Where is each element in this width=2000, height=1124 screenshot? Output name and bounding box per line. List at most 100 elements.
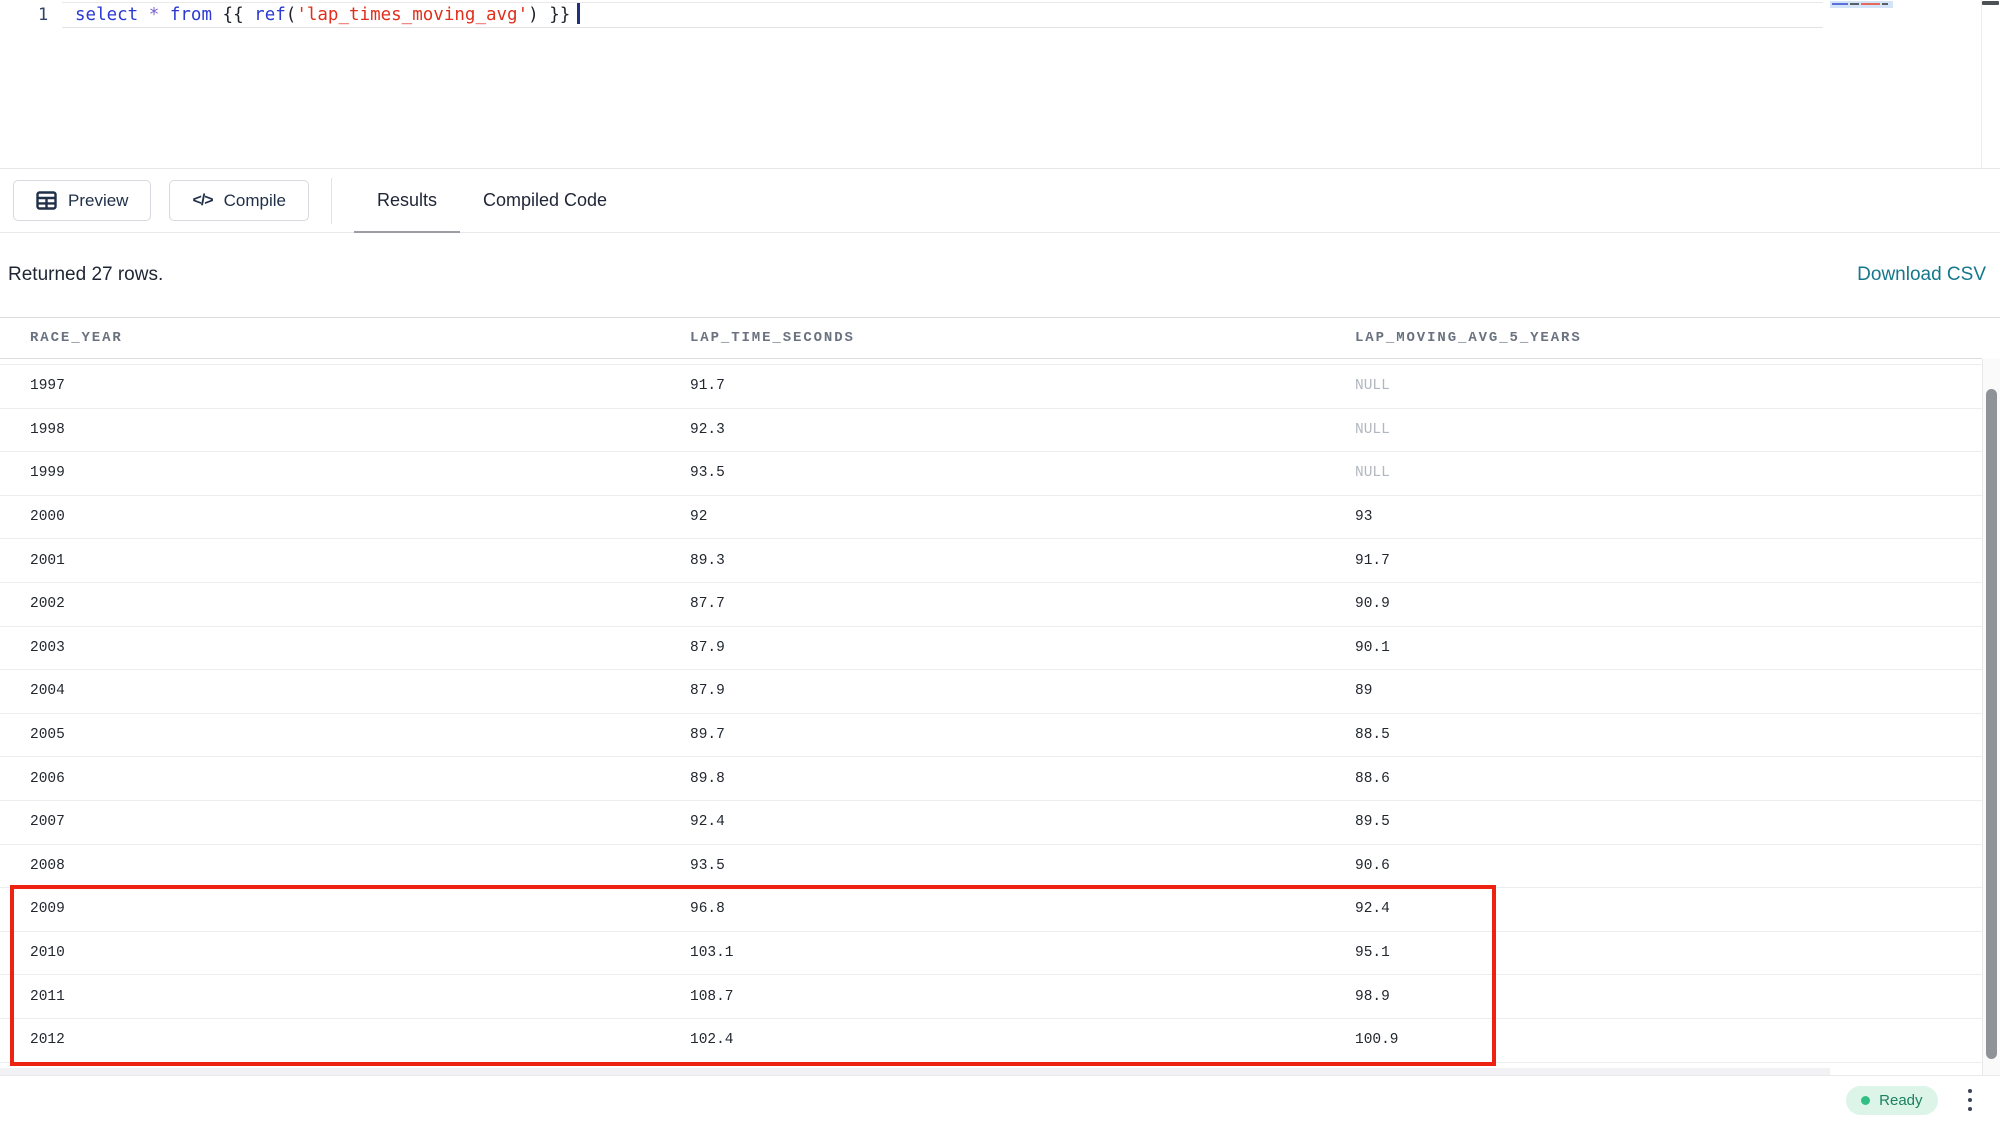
horizontal-scrollbar-track[interactable] [0,1068,1830,1075]
table-row: 199892.3NULL [0,409,1982,453]
column-header: LAP_TIME_SECONDS [690,330,1355,346]
table-cell: 89 [1355,683,1982,699]
row-count-summary: Returned 27 rows. [8,264,163,286]
table-cell: 92.3 [690,422,1355,438]
table-cell: 89.5 [1355,814,1982,830]
table-cell: 102.4 [690,1032,1355,1048]
download-csv-link[interactable]: Download CSV [1857,264,1986,286]
code-icon: </> [192,192,212,210]
code-token: select [75,5,138,25]
table-cell: 88.5 [1355,727,1982,743]
table-cell: 2002 [0,596,690,612]
table-cell: 89.8 [690,771,1355,787]
table-cell: 2011 [0,989,690,1005]
table-cell: 93 [1355,509,1982,525]
table-cell: 2004 [0,683,690,699]
table-cell: 2007 [0,814,690,830]
table-cell: 90.6 [1355,858,1982,874]
table-row: 200487.989 [0,670,1982,714]
table-cell: NULL [1355,378,1982,394]
table-cell: 2009 [0,901,690,917]
table-cell: 90.9 [1355,596,1982,612]
code-line-tokens: select * from {{ ref('lap_times_moving_a… [75,5,570,25]
table-row: 200996.892.4 [0,888,1982,932]
table-grid-icon [36,191,57,210]
table-scrollbar-thumb[interactable] [1986,389,1997,1059]
ready-status-dot-icon [1861,1096,1870,1105]
column-header: LAP_MOVING_AVG_5_YEARS [1355,330,1982,346]
table-cell: 96.8 [690,901,1355,917]
table-cell: 2012 [0,1032,690,1048]
table-row: 200287.790.9 [0,583,1982,627]
kebab-menu-icon[interactable] [1964,1085,1977,1116]
table-cell: 91.7 [1355,553,1982,569]
table-cell: 2006 [0,771,690,787]
table-cell: 2005 [0,727,690,743]
editor-scrollbar-thumb[interactable] [1982,1,1999,5]
table-cell: 100.9 [1355,1032,1982,1048]
table-cell: 89.7 [690,727,1355,743]
sql-editor[interactable]: 1 select * from {{ ref('lap_times_moving… [0,0,2000,169]
results-tabs: ResultsCompiled Code [354,169,630,232]
table-row: 20009293 [0,496,1982,540]
table-cell: 92.4 [690,814,1355,830]
table-row: 200589.788.5 [0,714,1982,758]
results-table: RACE_YEARLAP_TIME_SECONDSLAP_MOVING_AVG_… [0,317,2000,1075]
code-token: * [149,5,160,25]
table-row: 2010103.195.1 [0,932,1982,976]
table-header-row: RACE_YEARLAP_TIME_SECONDSLAP_MOVING_AVG_… [0,318,1982,359]
table-cell: 2008 [0,858,690,874]
tab-results[interactable]: Results [354,169,460,232]
minimap-mark [1882,3,1888,5]
compile-button-label: Compile [224,191,286,211]
minimap-mark [1832,3,1848,5]
toolbar-divider [331,178,332,224]
table-cell: NULL [1355,465,1982,481]
table-cell: 108.7 [690,989,1355,1005]
table-row: 199791.7NULL [0,365,1982,409]
code-token [138,5,149,25]
table-cell: 2010 [0,945,690,961]
code-token: 'lap_times_moving_avg' [296,5,528,25]
code-token: }} [539,5,571,25]
results-toolbar: Preview </> Compile ResultsCompiled Code [0,169,2000,233]
table-cell: 2003 [0,640,690,656]
table-cell: 1999 [0,465,690,481]
status-bar: Ready [0,1075,2000,1124]
ready-status-label: Ready [1879,1092,1922,1109]
table-row: 200792.489.5 [0,801,1982,845]
tab-compiled-code[interactable]: Compiled Code [460,169,630,232]
minimap-mark [1861,3,1880,5]
preview-button[interactable]: Preview [13,180,151,221]
compile-button[interactable]: </> Compile [169,180,309,221]
column-header: RACE_YEAR [0,330,690,346]
table-row: 200387.990.1 [0,627,1982,671]
table-cell: 91.7 [690,378,1355,394]
table-cell: 2001 [0,553,690,569]
minimap-mark [1850,3,1859,5]
table-row: 200893.590.6 [0,845,1982,889]
code-token: ) [528,5,539,25]
code-token [159,5,170,25]
editor-scrollbar-track [1981,0,1982,168]
table-cell: 1997 [0,378,690,394]
table-cell: 88.6 [1355,771,1982,787]
table-row: 200689.888.6 [0,757,1982,801]
table-body: 199791.7NULL199892.3NULL199993.5NULL2000… [0,365,1982,1063]
text-cursor [577,3,580,24]
results-header: Returned 27 rows. Download CSV [0,233,2000,317]
editor-line-number: 1 [38,4,48,26]
code-token: ref [254,5,286,25]
table-cell: 1998 [0,422,690,438]
table-cell: 93.5 [690,465,1355,481]
kebab-dot [1968,1089,1973,1094]
code-line[interactable]: select * from {{ ref('lap_times_moving_a… [75,4,580,26]
editor-minimap[interactable] [1830,1,1893,8]
table-cell: 87.7 [690,596,1355,612]
code-token: {{ [212,5,254,25]
table-cell: 95.1 [1355,945,1982,961]
table-cell: 98.9 [1355,989,1982,1005]
table-cell: 87.9 [690,683,1355,699]
table-cell: 103.1 [690,945,1355,961]
table-row: 200189.391.7 [0,539,1982,583]
